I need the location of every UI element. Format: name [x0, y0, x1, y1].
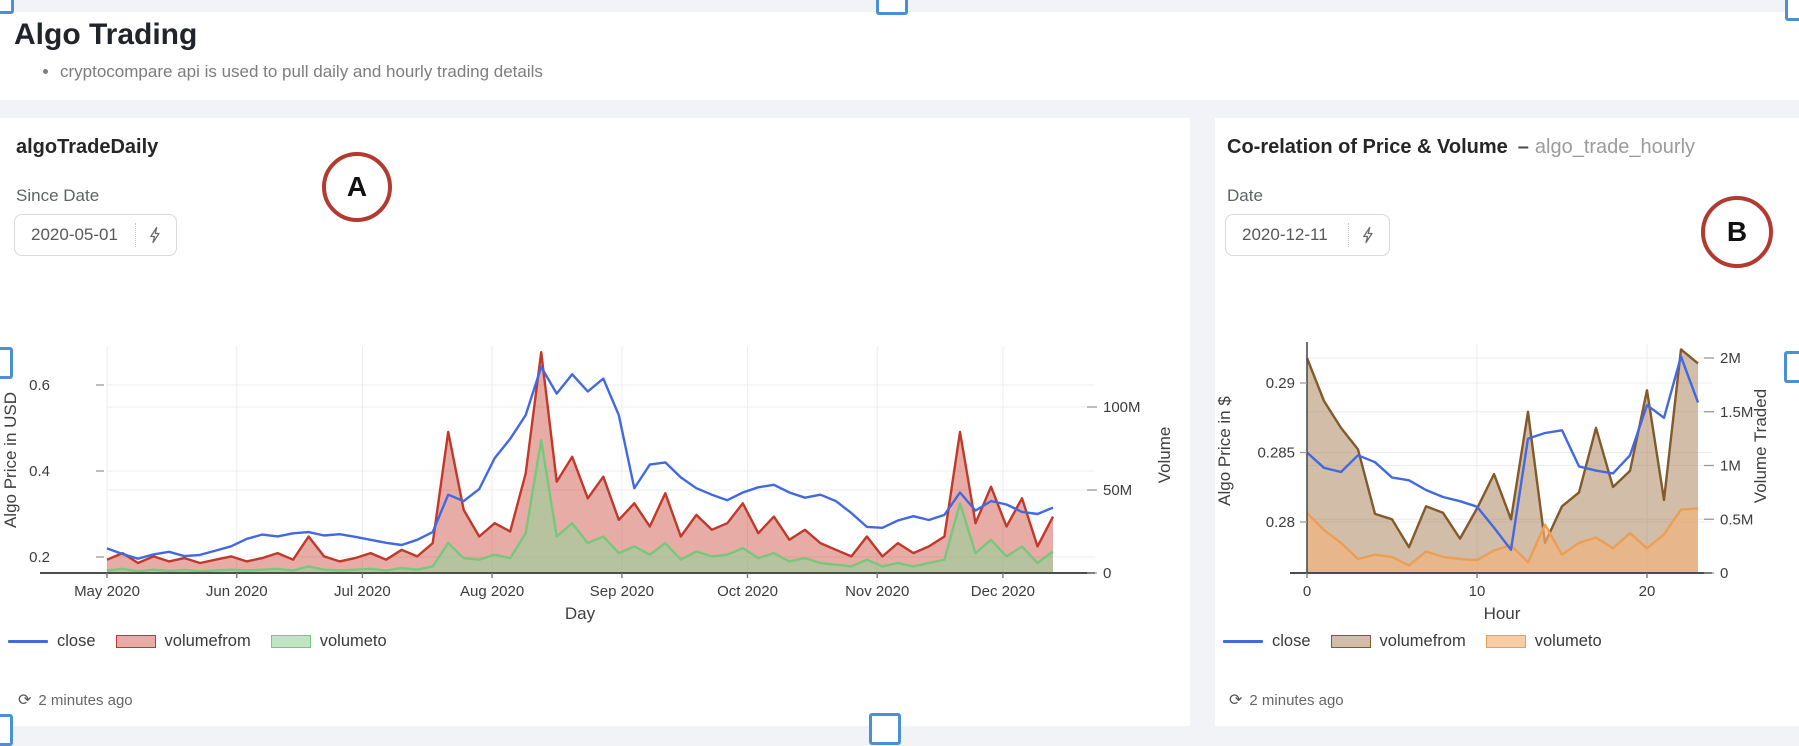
legend-label: close: [1272, 632, 1311, 651]
annotation-a-label: A: [347, 171, 367, 203]
svg-text:0.4: 0.4: [29, 463, 50, 480]
description-bullet: cryptocompare api is used to pull daily …: [60, 62, 543, 82]
refresh-text: 2 minutes ago: [38, 692, 132, 709]
svg-text:Day: Day: [565, 604, 596, 623]
svg-text:0.29: 0.29: [1266, 375, 1295, 392]
volumefrom-swatch: [116, 635, 156, 648]
hourly-price-volume-chart[interactable]: 0 10 20 0.28 0.285 0.29 0 0.5M 1M 1.5M 2M Hour Algo …: [1215, 330, 1799, 642]
legend-item-volumeto: volumeto: [271, 632, 387, 651]
since-date-label: Since Date: [16, 186, 99, 206]
svg-text:2M: 2M: [1720, 350, 1741, 367]
svg-text:0.2: 0.2: [29, 549, 50, 566]
svg-text:0.5M: 0.5M: [1720, 511, 1753, 528]
annotation-circle-b: B: [1701, 196, 1773, 268]
date-label: Date: [1227, 186, 1263, 206]
daily-price-volume-chart[interactable]: May 2020 Jun 2020 Jul 2020 Aug 2020 Sep 2020…: [0, 330, 1190, 642]
volumeto-swatch: [1486, 635, 1526, 648]
svg-text:20: 20: [1639, 583, 1656, 600]
legend-item-volumefrom: volumefrom: [116, 632, 251, 651]
legend-label: volumeto: [320, 632, 387, 651]
volumeto-swatch: [271, 635, 311, 648]
svg-text:Volume: Volume: [1155, 427, 1174, 484]
svg-text:Hour: Hour: [1484, 604, 1521, 623]
header-block: Algo Trading cryptocompare api is used t…: [0, 12, 1799, 100]
lightning-bolt-icon[interactable]: [136, 215, 176, 255]
svg-text:50M: 50M: [1103, 482, 1132, 499]
svg-text:Oct 2020: Oct 2020: [717, 583, 778, 600]
svg-text:Aug 2020: Aug 2020: [460, 583, 524, 600]
date-input[interactable]: 2020-12-11: [1225, 214, 1390, 256]
legend-item-volumefrom: volumefrom: [1331, 632, 1466, 651]
svg-text:0: 0: [1720, 565, 1728, 582]
since-date-value[interactable]: 2020-05-01: [15, 225, 135, 245]
close-swatch: [8, 640, 48, 643]
legend-item-close: close: [1223, 632, 1311, 651]
fullscreen-icon[interactable]: [0, 0, 14, 14]
refresh-icon: ⟳: [1229, 690, 1242, 710]
description-list: cryptocompare api is used to pull daily …: [42, 62, 543, 82]
svg-text:Dec 2020: Dec 2020: [971, 583, 1035, 600]
lightning-bolt-icon[interactable]: [1349, 215, 1389, 255]
svg-text:Nov 2020: Nov 2020: [845, 583, 909, 600]
legend-label: volumefrom: [165, 632, 251, 651]
svg-text:Jun 2020: Jun 2020: [206, 583, 268, 600]
svg-text:Volume Traded: Volume Traded: [1751, 389, 1770, 503]
legend-label: volumefrom: [1380, 632, 1466, 651]
annotation-circle-a: A: [322, 152, 392, 222]
hourly-chart-legend: close volumefrom volumeto: [1223, 632, 1602, 651]
svg-text:0.28: 0.28: [1266, 514, 1295, 531]
svg-text:May 2020: May 2020: [74, 583, 140, 600]
legend-item-volumeto: volumeto: [1486, 632, 1602, 651]
svg-text:Sep 2020: Sep 2020: [590, 583, 654, 600]
daily-panel: algoTradeDaily A Since Date 2020-05-01 M…: [0, 118, 1190, 726]
close-swatch: [1223, 640, 1263, 643]
fullscreen-icon[interactable]: [1784, 351, 1799, 383]
refresh-icon: ⟳: [18, 690, 31, 710]
page-title: Algo Trading: [14, 18, 197, 52]
lightning-bolt-glyph: [147, 226, 165, 244]
legend-label: volumeto: [1535, 632, 1602, 651]
svg-text:Algo Price in USD: Algo Price in USD: [1, 392, 20, 528]
svg-text:Jul 2020: Jul 2020: [334, 583, 391, 600]
fullscreen-icon[interactable]: [1785, 0, 1799, 21]
fullscreen-icon[interactable]: [0, 714, 13, 746]
svg-text:1.5M: 1.5M: [1720, 404, 1753, 421]
daily-chart-legend: close volumefrom volumeto: [8, 632, 387, 651]
refresh-text: 2 minutes ago: [1249, 692, 1343, 709]
lightning-bolt-glyph: [1360, 226, 1378, 244]
since-date-input[interactable]: 2020-05-01: [14, 214, 177, 256]
svg-text:10: 10: [1469, 583, 1486, 600]
svg-text:0: 0: [1103, 565, 1111, 582]
svg-text:Algo Price in $: Algo Price in $: [1215, 396, 1234, 506]
svg-text:0: 0: [1303, 583, 1311, 600]
volumefrom-swatch: [1331, 635, 1371, 648]
hourly-title-main: Co-relation of Price & Volume: [1227, 136, 1508, 158]
hourly-panel: Co-relation of Price & Volume–algo_trade…: [1215, 118, 1799, 726]
hourly-title-separator: –: [1518, 136, 1529, 158]
legend-label: close: [57, 632, 96, 651]
legend-item-close: close: [8, 632, 96, 651]
svg-text:0.285: 0.285: [1257, 445, 1295, 462]
fullscreen-icon[interactable]: [869, 713, 901, 745]
hourly-refresh-status: ⟳ 2 minutes ago: [1229, 690, 1344, 710]
svg-text:0.6: 0.6: [29, 377, 50, 394]
fullscreen-icon[interactable]: [876, 0, 908, 15]
hourly-title-suffix: algo_trade_hourly: [1535, 136, 1695, 158]
svg-text:1M: 1M: [1720, 458, 1741, 475]
date-value[interactable]: 2020-12-11: [1226, 225, 1348, 245]
hourly-panel-title: Co-relation of Price & Volume–algo_trade…: [1227, 136, 1695, 159]
daily-panel-title: algoTradeDaily: [16, 136, 158, 159]
daily-refresh-status: ⟳ 2 minutes ago: [18, 690, 133, 710]
svg-text:100M: 100M: [1103, 399, 1141, 416]
annotation-b-label: B: [1727, 216, 1747, 248]
fullscreen-icon[interactable]: [0, 347, 13, 379]
